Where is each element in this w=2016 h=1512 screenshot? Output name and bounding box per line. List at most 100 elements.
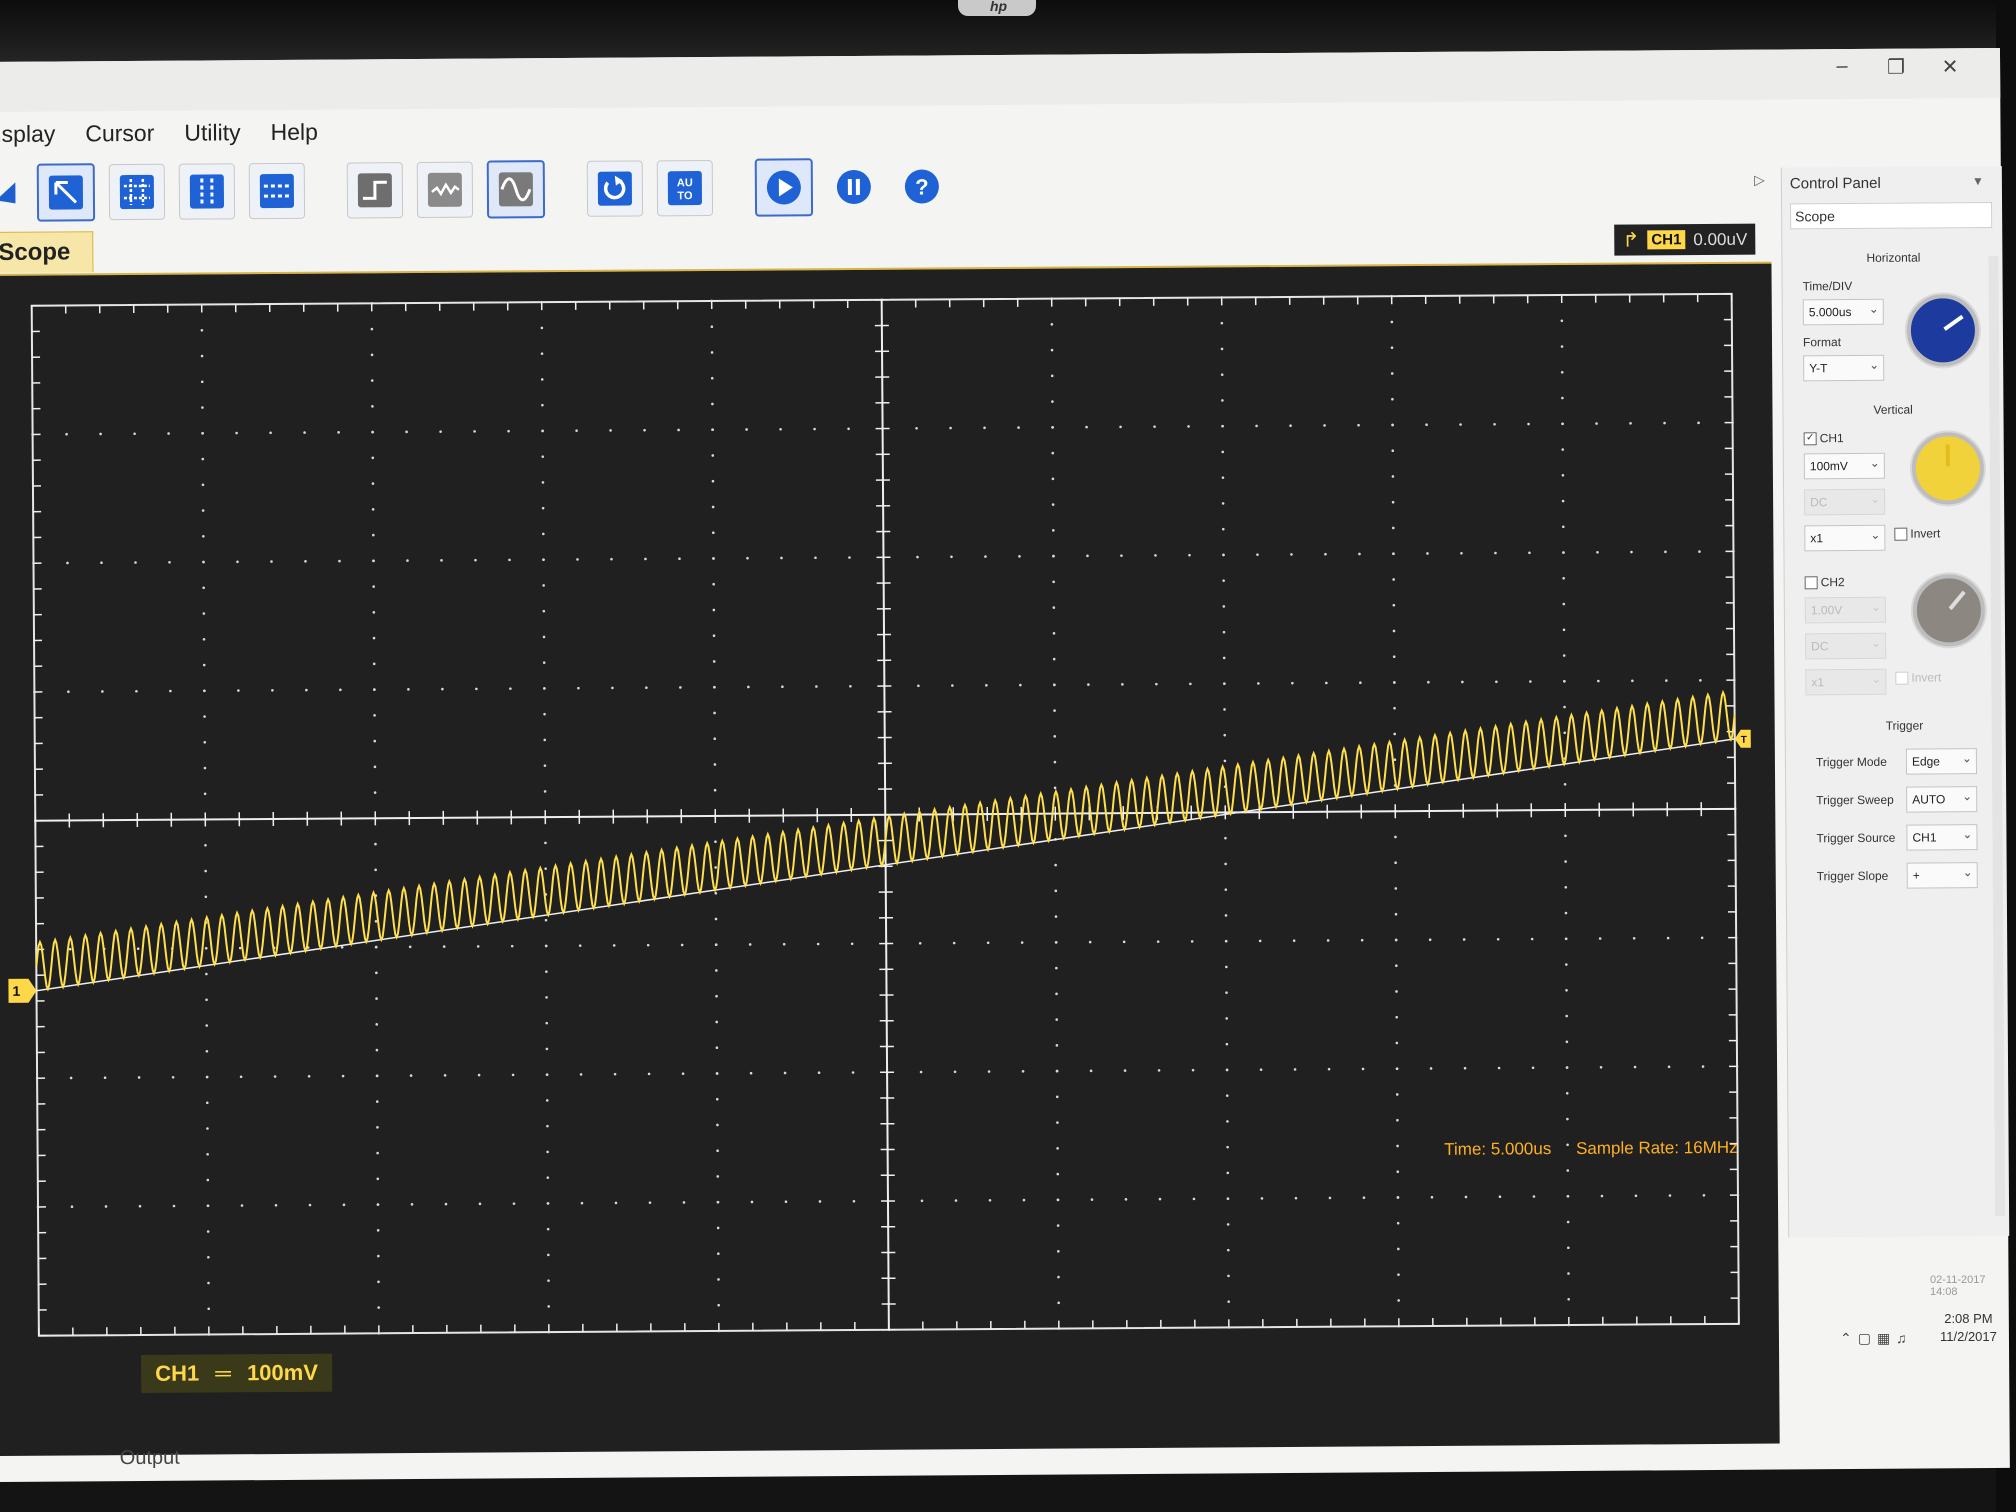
grid-dot xyxy=(68,947,72,951)
ch2-coupling-select[interactable]: DC xyxy=(1805,632,1887,660)
grid-dot xyxy=(647,1072,651,1076)
close-icon[interactable]: ✕ xyxy=(1940,54,1960,79)
ch2-knob[interactable] xyxy=(1912,574,1986,647)
menu-utility[interactable]: Utility xyxy=(184,119,240,146)
grid-dot xyxy=(1460,551,1463,555)
grid-dot xyxy=(376,1151,379,1155)
ch2-probe-select[interactable]: x1 xyxy=(1805,668,1887,696)
control-panel: Control Panel ▼ Scope Horizontal Time/DI… xyxy=(1780,165,2010,1238)
grid-dot xyxy=(204,895,208,899)
grid-dot xyxy=(1090,1198,1094,1201)
grid-dot xyxy=(915,426,918,430)
grid-dot xyxy=(1600,1194,1604,1198)
help-button[interactable]: ? xyxy=(895,159,949,213)
grid-dot xyxy=(1595,422,1598,425)
sine-wave-button[interactable] xyxy=(486,160,546,219)
step-wave-button[interactable] xyxy=(346,162,404,219)
grid-dot xyxy=(540,326,544,330)
grid-dot xyxy=(376,1203,380,1206)
grid-dot xyxy=(1392,655,1396,659)
grid-dot xyxy=(951,684,954,687)
ch1-probe-select[interactable]: x1 xyxy=(1804,524,1886,552)
vertical-cursor-button[interactable] xyxy=(178,163,236,220)
grid-dot xyxy=(1393,681,1396,684)
restore-icon[interactable]: ❐ xyxy=(1886,55,1906,80)
grid-icon xyxy=(119,174,155,210)
noise-wave-button[interactable] xyxy=(416,161,474,219)
grid-dot xyxy=(274,1203,278,1207)
tray-clock[interactable]: 2:08 PM 11/2/2017 xyxy=(1940,1310,1997,1346)
horizontal-knob[interactable] xyxy=(1906,294,1980,367)
ch1-coupling-select[interactable]: DC xyxy=(1804,488,1886,516)
grid-dot xyxy=(1189,682,1192,686)
grid-dot xyxy=(201,509,205,512)
format-select[interactable]: Y-T xyxy=(1803,354,1885,382)
run-button[interactable] xyxy=(754,158,814,217)
trigger-sweep-select[interactable]: AUTO xyxy=(1906,786,1978,813)
grid-dot xyxy=(375,1074,379,1078)
scope-display[interactable]: 1 T Time: 5.000us Sample Rate: 16MHz CH1… xyxy=(0,263,1780,1456)
ch2-volts-select[interactable]: 1.00V xyxy=(1804,596,1886,624)
grid-dot xyxy=(1464,1195,1468,1199)
grid-dot xyxy=(847,427,850,431)
grid-dot xyxy=(273,1075,277,1078)
grid-dot xyxy=(70,1205,74,1209)
ch1-invert-checkbox[interactable]: Invert xyxy=(1894,526,1940,541)
grid-dot xyxy=(374,945,378,949)
trigger-slope-select[interactable]: + xyxy=(1906,862,1978,889)
grid-dot xyxy=(373,688,376,691)
grid-button[interactable] xyxy=(108,163,166,221)
grid-dot xyxy=(1290,553,1293,556)
grid-dot xyxy=(610,557,613,561)
pointer-button[interactable] xyxy=(36,163,96,222)
grid-dot xyxy=(1051,426,1054,429)
grid-dot xyxy=(1392,629,1396,633)
grid-dot xyxy=(1397,1299,1400,1302)
ch1-badge-scale: 100mV xyxy=(246,1359,319,1386)
grid-dot xyxy=(371,456,375,460)
minimize-icon[interactable]: – xyxy=(1832,55,1852,80)
grid-dot xyxy=(1564,885,1568,889)
menu-cursor[interactable]: Cursor xyxy=(85,119,154,146)
grid-dot xyxy=(814,556,817,560)
grid-dot xyxy=(983,426,986,430)
grid-dot xyxy=(711,402,714,406)
grid-dot xyxy=(1699,679,1702,682)
refresh-button[interactable] xyxy=(586,160,644,217)
grid-dot xyxy=(750,1200,754,1204)
grid-dot xyxy=(1392,552,1395,556)
grid-dot xyxy=(1561,396,1564,400)
left-arrow-icon[interactable] xyxy=(0,166,23,220)
ch2-invert-checkbox[interactable]: Invert xyxy=(1895,670,1941,685)
grid-dot xyxy=(1701,1065,1705,1068)
toolbar-overflow-icon[interactable]: ▷ xyxy=(1754,172,1765,189)
tray-icons[interactable]: ⌃▢▦♫ xyxy=(1840,1330,1913,1347)
menu-display[interactable]: isplay xyxy=(0,120,55,147)
grid-dot xyxy=(410,1203,414,1206)
grid-dot xyxy=(207,1255,210,1259)
tab-scope[interactable]: Scope xyxy=(0,231,94,273)
grid-dot xyxy=(235,431,238,435)
panel-selector[interactable]: Scope xyxy=(1790,202,1993,230)
pause-button[interactable] xyxy=(827,160,881,214)
grid-dot xyxy=(200,354,204,358)
pin-icon[interactable]: ▼ xyxy=(1972,174,1984,188)
grid-dot xyxy=(1188,553,1191,557)
ch1-volts-select[interactable]: 100mV xyxy=(1803,452,1885,480)
menu-help[interactable]: Help xyxy=(270,118,317,145)
time-div-select[interactable]: 5.000us xyxy=(1802,298,1884,326)
panel-scrollbar[interactable] xyxy=(1988,255,2006,1217)
ch2-checkbox[interactable]: CH2 xyxy=(1804,575,1845,589)
grid-dot xyxy=(371,482,375,485)
grid-dot xyxy=(715,1072,719,1075)
ch1-checkbox[interactable]: ✓ CH1 xyxy=(1803,431,1844,445)
grid-dot xyxy=(67,690,70,694)
trigger-mode-select[interactable]: Edge xyxy=(1905,748,1978,775)
horizontal-cursor-button[interactable] xyxy=(248,162,306,220)
auto-button[interactable]: AU TO xyxy=(656,159,714,217)
grid-dot xyxy=(1532,1195,1536,1198)
tray-time: 2:08 PM xyxy=(1944,1311,1993,1326)
trigger-source-select[interactable]: CH1 xyxy=(1906,824,1978,851)
ch1-knob[interactable] xyxy=(1911,432,1985,505)
grid-dot xyxy=(1563,679,1566,683)
